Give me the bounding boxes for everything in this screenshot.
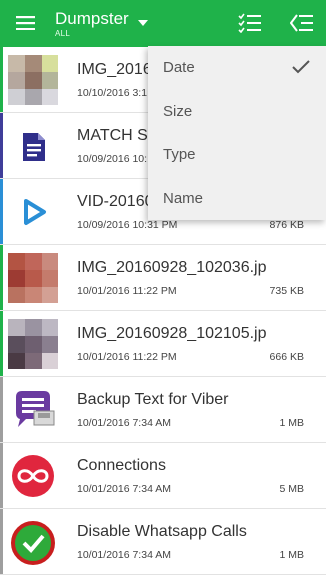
file-date: 10/10/2016 3:1 — [77, 87, 148, 99]
row-accent — [0, 377, 3, 442]
row-accent — [0, 113, 3, 178]
file-size: 1 MB — [279, 417, 304, 429]
app-title: Dumpster — [55, 9, 129, 28]
file-name: IMG_20160928_102105.jpg — [77, 325, 267, 342]
file-row[interactable]: Backup Text for Viber 10/01/2016 7:34 AM… — [0, 377, 326, 443]
caret-down-icon[interactable] — [138, 20, 148, 26]
document-icon — [8, 121, 58, 171]
view-selector[interactable]: Dumpster ALL — [55, 9, 129, 39]
sort-option-date[interactable]: Date — [148, 46, 326, 90]
file-date: 10/01/2016 11:22 PM — [77, 351, 177, 363]
filter-list-icon[interactable] — [238, 13, 262, 33]
row-accent — [0, 47, 3, 112]
whatsapp-app-icon — [8, 517, 58, 567]
file-size: 735 KB — [269, 285, 304, 297]
photo-thumb — [8, 253, 58, 303]
file-row[interactable]: IMG_20160928_102036.jpg 10/01/2016 11:22… — [0, 245, 326, 311]
file-name: Disable Whatsapp Calls — [77, 523, 247, 540]
play-icon — [8, 187, 58, 237]
sort-option-label: Size — [163, 102, 193, 120]
file-name: IMG_20160928_102036.jpg — [77, 259, 267, 276]
row-accent — [0, 179, 3, 244]
file-date: 10/01/2016 11:22 PM — [77, 285, 177, 297]
app-bar: Dumpster ALL — [0, 0, 326, 47]
connections-app-icon — [8, 451, 58, 501]
sort-option-size[interactable]: Size — [148, 90, 326, 134]
photo-thumb — [8, 319, 58, 369]
row-accent — [0, 509, 3, 574]
sort-option-label: Type — [163, 146, 196, 163]
sort-icon[interactable] — [290, 13, 314, 33]
file-row[interactable]: Connections 10/01/2016 7:34 AM 5 MB — [0, 443, 326, 509]
sort-option-label: Date — [163, 59, 195, 76]
menu-icon[interactable] — [16, 16, 35, 30]
file-date: 10/01/2016 7:34 AM — [77, 549, 171, 561]
app-subtitle: ALL — [55, 29, 71, 38]
file-size: 876 KB — [269, 219, 304, 231]
file-row[interactable]: Disable Whatsapp Calls 10/01/2016 7:34 A… — [0, 509, 326, 575]
file-date: 10/09/2016 10: — [77, 153, 148, 165]
file-size: 666 KB — [269, 351, 304, 363]
file-size: 5 MB — [279, 483, 304, 495]
photo-thumb — [8, 55, 58, 105]
sort-option-type[interactable]: Type — [148, 133, 326, 177]
file-name: Backup Text for Viber — [77, 391, 229, 408]
file-name: Connections — [77, 457, 166, 474]
row-accent — [0, 311, 3, 376]
sort-option-name[interactable]: Name — [148, 177, 326, 221]
file-date: 10/09/2016 10:31 PM — [77, 219, 178, 231]
file-date: 10/01/2016 7:34 AM — [77, 417, 171, 429]
file-size: 1 MB — [279, 549, 304, 561]
check-icon — [292, 60, 310, 74]
file-row[interactable]: IMG_20160928_102105.jpg 10/01/2016 11:22… — [0, 311, 326, 377]
row-accent — [0, 245, 3, 310]
viber-app-icon — [8, 385, 58, 435]
row-accent — [0, 443, 3, 508]
sort-option-label: Name — [163, 189, 204, 207]
file-date: 10/01/2016 7:34 AM — [77, 483, 171, 495]
sort-menu: Date Size Type Name — [148, 46, 326, 220]
